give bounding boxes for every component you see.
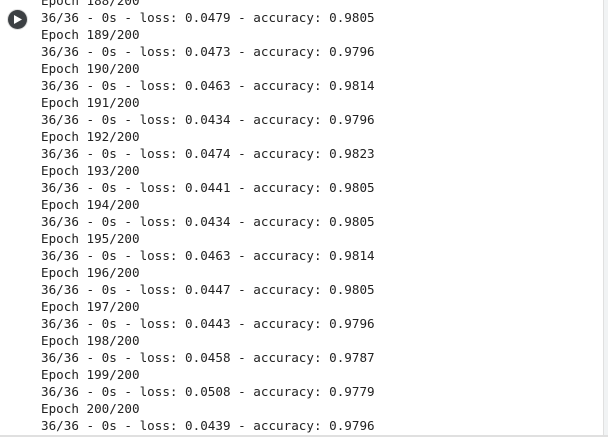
metrics-line: 36/36 - 0s - loss: 0.0508 - accuracy: 0.… (41, 384, 375, 399)
metrics-line: 36/36 - 0s - loss: 0.0479 - accuracy: 0.… (41, 10, 375, 25)
play-icon (14, 15, 22, 24)
epoch-line: Epoch 200/200 (41, 401, 140, 416)
epoch-line: Epoch 193/200 (41, 163, 140, 178)
cell-output: Epoch 188/200 36/36 - 0s - loss: 0.0479 -… (41, 0, 608, 434)
epoch-line: Epoch 191/200 (41, 95, 140, 110)
epoch-line: Epoch 190/200 (41, 61, 140, 76)
metrics-line: 36/36 - 0s - loss: 0.0474 - accuracy: 0.… (41, 146, 375, 161)
cell-gutter (0, 0, 36, 437)
scrollbar[interactable] (603, 0, 608, 437)
epoch-line: Epoch 189/200 (41, 27, 140, 42)
metrics-line: 36/36 - 0s - loss: 0.0458 - accuracy: 0.… (41, 350, 375, 365)
metrics-line: 36/36 - 0s - loss: 0.0473 - accuracy: 0.… (41, 44, 375, 59)
epoch-line: Epoch 188/200 (41, 0, 140, 8)
epoch-line: Epoch 197/200 (41, 299, 140, 314)
epoch-line: Epoch 196/200 (41, 265, 140, 280)
epoch-line: Epoch 194/200 (41, 197, 140, 212)
epoch-line: Epoch 192/200 (41, 129, 140, 144)
epoch-line: Epoch 199/200 (41, 367, 140, 382)
run-cell-button[interactable] (8, 10, 27, 29)
epoch-line: Epoch 198/200 (41, 333, 140, 348)
metrics-line: 36/36 - 0s - loss: 0.0463 - accuracy: 0.… (41, 78, 375, 93)
metrics-line: 36/36 - 0s - loss: 0.0434 - accuracy: 0.… (41, 214, 375, 229)
metrics-line: 36/36 - 0s - loss: 0.0441 - accuracy: 0.… (41, 180, 375, 195)
metrics-line: 36/36 - 0s - loss: 0.0439 - accuracy: 0.… (41, 418, 375, 433)
epoch-line: Epoch 195/200 (41, 231, 140, 246)
metrics-line: 36/36 - 0s - loss: 0.0443 - accuracy: 0.… (41, 316, 375, 331)
metrics-line: 36/36 - 0s - loss: 0.0463 - accuracy: 0.… (41, 248, 375, 263)
metrics-line: 36/36 - 0s - loss: 0.0447 - accuracy: 0.… (41, 282, 375, 297)
metrics-line: 36/36 - 0s - loss: 0.0434 - accuracy: 0.… (41, 112, 375, 127)
